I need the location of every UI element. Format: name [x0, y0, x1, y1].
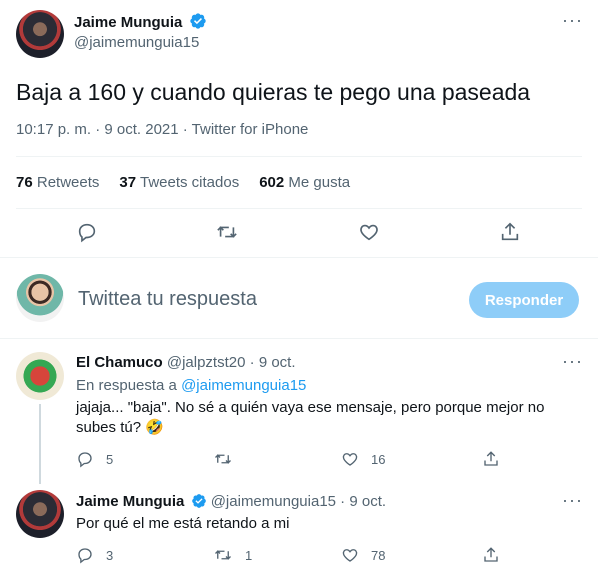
quotes-count: 37 [119, 174, 137, 191]
like-button[interactable] [352, 215, 386, 249]
reply-button[interactable]: 5 [76, 450, 113, 468]
reply-count: 3 [106, 547, 114, 563]
retweet-button[interactable] [210, 215, 244, 249]
retweet-icon [215, 550, 231, 560]
author-name-row[interactable]: Jaime Munguia [74, 12, 207, 32]
reply-date[interactable]: 9 oct. [349, 493, 386, 510]
tweet-stats: 76 Retweets 37 Tweets citados 602 Me gus… [16, 174, 350, 191]
retweet-count: 1 [245, 547, 253, 563]
tweet-source[interactable]: Twitter for iPhone [192, 121, 309, 138]
like-count: 16 [371, 451, 386, 467]
separator: · [340, 493, 346, 510]
reply-header: El Chamuco @jalpztst20 · 9 oct. [76, 353, 296, 373]
thread-connector [39, 404, 41, 484]
separator: · [249, 354, 255, 371]
retweet-icon [215, 454, 231, 464]
like-button[interactable]: 16 [341, 450, 385, 468]
replying-to: En respuesta a @jaimemunguia15 [76, 376, 306, 396]
more-icon[interactable]: ··· [562, 490, 583, 511]
quotes-stat[interactable]: 37 Tweets citados [119, 174, 239, 191]
replying-to-handle[interactable]: @jaimemunguia15 [181, 377, 306, 394]
reply-submit-button[interactable]: Responder [469, 282, 579, 318]
reply-author-avatar[interactable] [16, 352, 64, 400]
replying-to-label: En respuesta a [76, 377, 182, 394]
verified-badge-icon [191, 494, 206, 508]
divider [16, 156, 582, 157]
retweets-label: Retweets [36, 174, 100, 191]
reply-author-name[interactable]: Jaime Munguia [76, 493, 184, 510]
reply-input[interactable]: Twittea tu respuesta [78, 288, 257, 311]
quotes-label: Tweets citados [139, 174, 240, 191]
reply-button[interactable]: 3 [76, 546, 113, 564]
reply-text: Por qué el me está retando a mi [76, 515, 290, 532]
reply-actions: 3 1 78 [76, 546, 516, 566]
author-name[interactable]: Jaime Munguia [74, 14, 182, 31]
more-icon[interactable]: ··· [562, 351, 583, 372]
author-avatar[interactable] [16, 10, 64, 58]
verified-badge-icon [190, 13, 206, 29]
share-icon [484, 547, 498, 562]
divider [16, 208, 582, 209]
share-button[interactable] [482, 450, 500, 473]
reply-author-name[interactable]: El Chamuco [76, 354, 163, 371]
like-icon [360, 224, 378, 241]
reply-icon [78, 223, 96, 243]
share-icon [484, 451, 498, 466]
reply-icon [78, 548, 92, 564]
like-icon [342, 453, 358, 466]
share-button[interactable] [493, 215, 527, 249]
reply-author-handle[interactable]: @jaimemunguia15 [211, 493, 336, 510]
retweets-count: 76 [16, 174, 33, 191]
user-avatar[interactable] [16, 274, 64, 322]
like-count: 78 [371, 547, 386, 563]
likes-stat[interactable]: 602 Me gusta [259, 174, 350, 191]
reply-date[interactable]: 9 oct. [259, 354, 296, 371]
reply-actions: 5 16 [76, 450, 516, 470]
reply-text-line-1: jajaja... "baja". No sé a quién vaya ese… [76, 399, 545, 416]
retweet-button[interactable] [213, 450, 245, 468]
reply-icon [78, 452, 92, 468]
tweet-text: Baja a 160 y cuando quieras te pego una … [16, 79, 531, 105]
likes-label: Me gusta [288, 174, 351, 191]
reply-header: Jaime Munguia @jaimemunguia15 · 9 oct. [76, 492, 386, 512]
tweet-timestamp[interactable]: 10:17 p. m. · 9 oct. 2021 · [16, 121, 192, 138]
tweet-meta: 10:17 p. m. · 9 oct. 2021 · Twitter for … [16, 121, 308, 138]
divider [0, 257, 598, 258]
retweet-button[interactable]: 1 [213, 546, 252, 564]
retweet-icon [217, 226, 237, 238]
likes-count: 602 [259, 174, 285, 191]
author-handle[interactable]: @jaimemunguia15 [74, 34, 199, 51]
reply-text-line-2: subes tú? 🤣 [76, 419, 164, 436]
retweets-stat[interactable]: 76 Retweets [16, 174, 99, 191]
reply-count: 5 [106, 451, 114, 467]
reply-author-handle[interactable]: @jalpztst20 [167, 354, 246, 371]
reply-author-avatar[interactable] [16, 490, 64, 538]
like-button[interactable]: 78 [341, 546, 385, 564]
share-icon [501, 222, 519, 241]
divider [0, 338, 598, 339]
reply-button[interactable] [70, 215, 104, 249]
like-icon [342, 549, 358, 562]
more-icon[interactable]: ··· [562, 10, 583, 31]
